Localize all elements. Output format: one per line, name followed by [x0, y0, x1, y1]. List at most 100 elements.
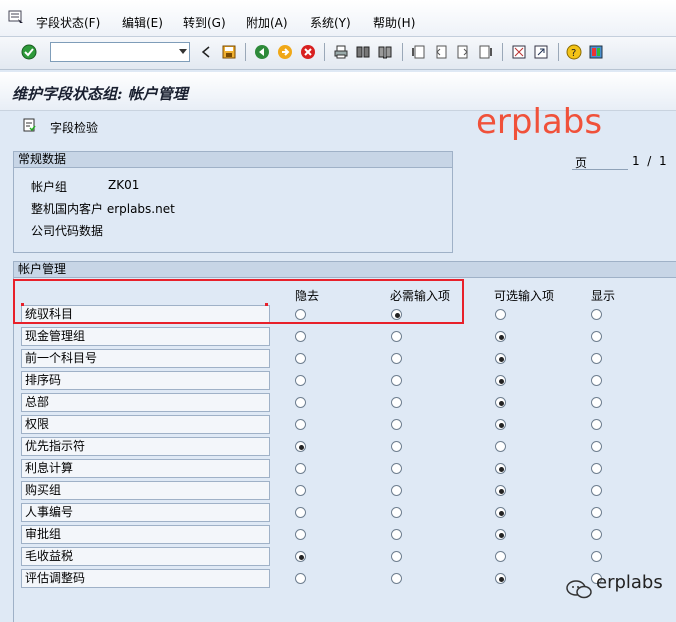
toolbar-separator	[245, 43, 246, 61]
field-marker-left	[21, 303, 24, 306]
radio-display[interactable]	[591, 463, 602, 474]
highlight-annotation	[13, 279, 464, 324]
field-check-button[interactable]: 字段检验	[50, 119, 98, 136]
shortcut-icon[interactable]	[533, 44, 549, 60]
radio-required[interactable]	[391, 507, 402, 518]
back-icon[interactable]	[198, 44, 214, 60]
radio-optional[interactable]	[495, 463, 506, 474]
field-row-label: 排序码	[21, 371, 270, 390]
company-code-data-label: 公司代码数据	[31, 224, 104, 238]
next-page-icon[interactable]	[455, 44, 471, 60]
save-icon[interactable]	[221, 44, 237, 60]
help-icon[interactable]: ?	[566, 44, 582, 60]
find-icon[interactable]	[355, 44, 371, 60]
radio-suppress[interactable]	[295, 551, 306, 562]
radio-display[interactable]	[591, 353, 602, 364]
chevron-down-icon[interactable]	[179, 49, 187, 54]
radio-suppress[interactable]	[295, 573, 306, 584]
radio-required[interactable]	[391, 463, 402, 474]
radio-required[interactable]	[391, 485, 402, 496]
field-row-label: 权限	[21, 415, 270, 434]
radio-display[interactable]	[591, 419, 602, 430]
field-row-label: 评估调整码	[21, 569, 270, 588]
prev-page-icon[interactable]	[433, 44, 449, 60]
radio-optional[interactable]	[495, 551, 506, 562]
radio-required[interactable]	[391, 375, 402, 386]
column-header-display: 显示	[591, 289, 616, 303]
svg-text:?: ?	[571, 48, 576, 59]
first-page-icon[interactable]	[411, 44, 427, 60]
account-group-label: 帐户组	[31, 180, 68, 194]
radio-display[interactable]	[591, 485, 602, 496]
radio-suppress[interactable]	[295, 375, 306, 386]
radio-required[interactable]	[391, 419, 402, 430]
toolbar-separator	[502, 43, 503, 61]
radio-display[interactable]	[591, 507, 602, 518]
account-group-value: ZK01	[108, 178, 140, 192]
radio-optional[interactable]	[495, 573, 506, 584]
radio-optional[interactable]	[495, 331, 506, 342]
radio-suppress[interactable]	[295, 507, 306, 518]
menu-help[interactable]: 帮助(H)	[373, 14, 415, 31]
radio-suppress[interactable]	[295, 419, 306, 430]
nav-back-icon[interactable]	[254, 44, 270, 60]
command-field[interactable]	[50, 42, 190, 62]
menu-system[interactable]: 系统(Y)	[310, 14, 351, 31]
radio-required[interactable]	[391, 441, 402, 452]
radio-optional[interactable]	[495, 309, 506, 320]
field-check-icon[interactable]	[21, 117, 37, 133]
radio-required[interactable]	[391, 573, 402, 584]
radio-display[interactable]	[591, 331, 602, 342]
menu-list-icon[interactable]	[8, 10, 24, 24]
check-icon[interactable]	[21, 44, 37, 60]
radio-required[interactable]	[391, 331, 402, 342]
field-row-label: 审批组	[21, 525, 270, 544]
radio-suppress[interactable]	[295, 529, 306, 540]
menu-edit[interactable]: 编辑(E)	[122, 14, 163, 31]
layout-icon[interactable]	[588, 44, 604, 60]
toolbar-separator	[558, 43, 559, 61]
radio-optional[interactable]	[495, 507, 506, 518]
radio-display[interactable]	[591, 529, 602, 540]
radio-optional[interactable]	[495, 375, 506, 386]
find-next-icon[interactable]	[377, 44, 393, 60]
general-data-title: 常规数据	[14, 152, 452, 168]
menu-extras[interactable]: 附加(A)	[246, 14, 288, 31]
radio-optional[interactable]	[495, 441, 506, 452]
menu-field-status[interactable]: 字段状态(F)	[36, 14, 100, 31]
radio-optional[interactable]	[495, 397, 506, 408]
print-icon[interactable]	[333, 44, 349, 60]
radio-suppress[interactable]	[295, 485, 306, 496]
radio-display[interactable]	[591, 441, 602, 452]
last-page-icon[interactable]	[477, 44, 493, 60]
radio-required[interactable]	[391, 529, 402, 540]
radio-suppress[interactable]	[295, 353, 306, 364]
radio-display[interactable]	[591, 375, 602, 386]
radio-suppress[interactable]	[295, 463, 306, 474]
page-separator: /	[647, 154, 652, 168]
page-indicator: 1 / 1	[632, 154, 667, 168]
radio-required[interactable]	[391, 551, 402, 562]
standard-toolbar: ?	[0, 37, 676, 70]
exit-icon[interactable]	[277, 44, 293, 60]
field-row-label: 人事编号	[21, 503, 270, 522]
menu-goto[interactable]: 转到(G)	[183, 14, 226, 31]
new-session-icon[interactable]	[511, 44, 527, 60]
radio-optional[interactable]	[495, 529, 506, 540]
radio-suppress[interactable]	[295, 441, 306, 452]
radio-display[interactable]	[591, 309, 602, 320]
radio-optional[interactable]	[495, 419, 506, 430]
radio-display[interactable]	[591, 397, 602, 408]
field-row-label: 购买组	[21, 481, 270, 500]
page-field-underline	[572, 169, 628, 170]
radio-suppress[interactable]	[295, 331, 306, 342]
account-management-title: 帐户管理	[14, 262, 676, 278]
radio-optional[interactable]	[495, 485, 506, 496]
page-total: 1	[658, 154, 667, 168]
radio-required[interactable]	[391, 397, 402, 408]
radio-suppress[interactable]	[295, 397, 306, 408]
radio-display[interactable]	[591, 551, 602, 562]
cancel-icon[interactable]	[300, 44, 316, 60]
radio-optional[interactable]	[495, 353, 506, 364]
radio-required[interactable]	[391, 353, 402, 364]
